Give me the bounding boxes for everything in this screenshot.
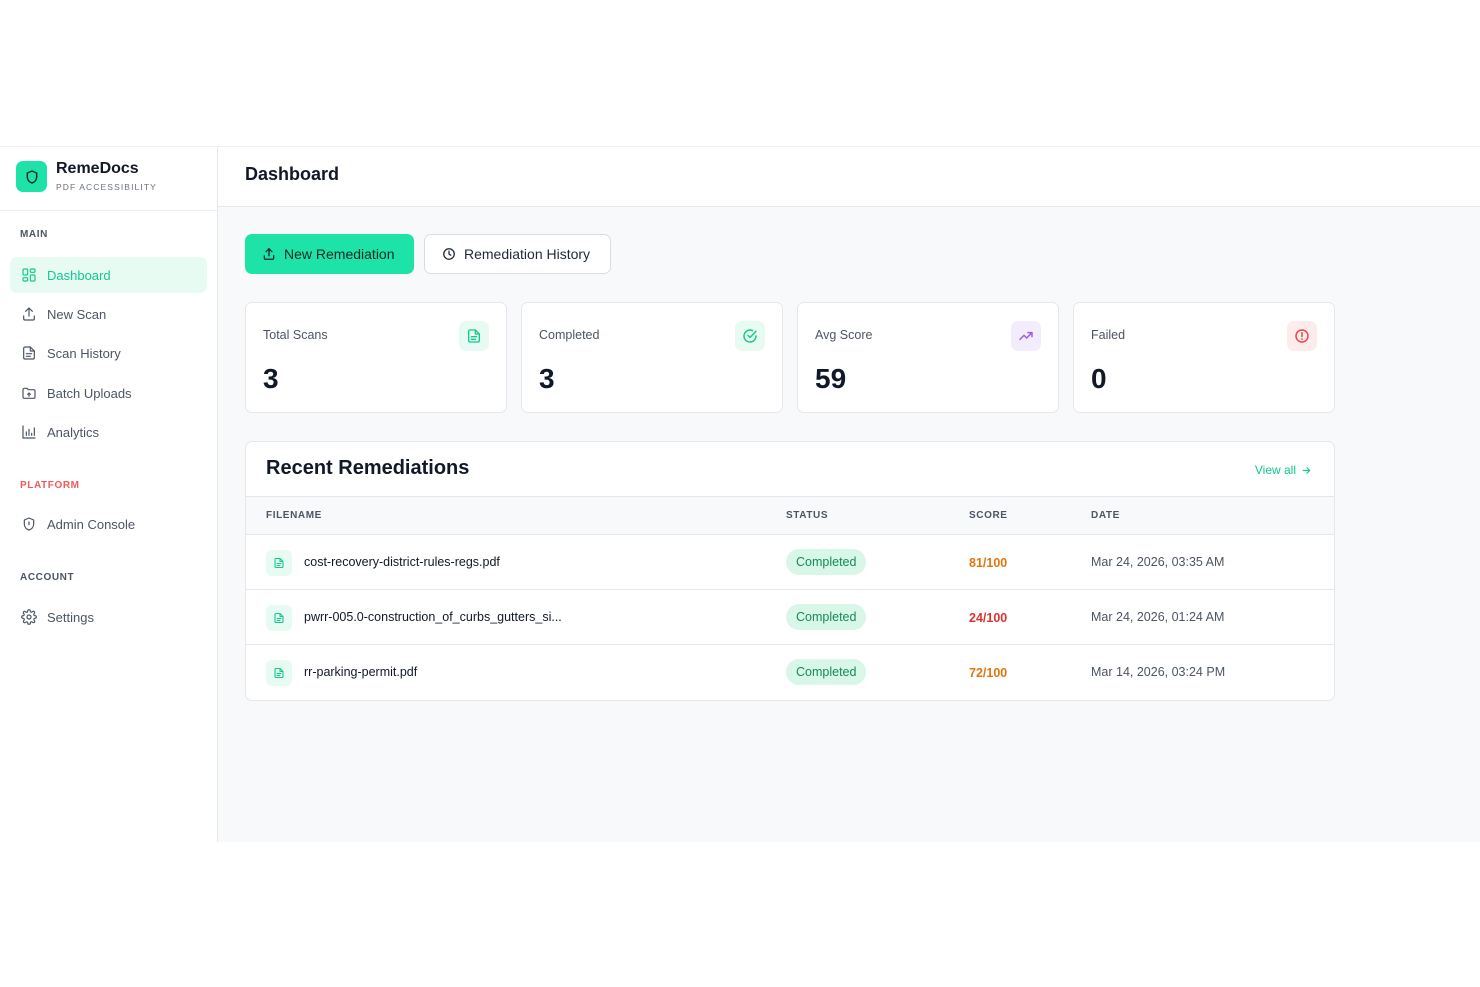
sidebar-item-label: Dashboard	[47, 267, 111, 283]
dashboard-grid-icon	[20, 267, 37, 284]
upload-icon	[20, 306, 37, 323]
score-value: 81/100	[969, 556, 1008, 570]
status-badge: Completed	[786, 604, 867, 630]
shield-logo-icon	[16, 161, 47, 192]
stat-card-avg-score: Avg Score 59	[797, 302, 1059, 413]
table-row[interactable]: cost-recovery-district-rules-regs.pdf Co…	[246, 535, 1334, 590]
alert-circle-icon	[1287, 321, 1317, 351]
sidebar: RemeDocs PDF ACCESSIBILITY MAIN Dashboar…	[0, 147, 218, 842]
trending-up-icon	[1011, 321, 1041, 351]
file-name: pwrr-005.0-construction_of_curbs_gutters…	[304, 610, 562, 624]
page-title: Dashboard	[245, 164, 340, 184]
recent-remediations-title: Recent Remediations	[266, 457, 470, 479]
sidebar-item-settings[interactable]: Settings	[10, 599, 207, 635]
file-name: cost-recovery-district-rules-regs.pdf	[304, 555, 500, 569]
topbar: Dashboard	[218, 147, 1480, 207]
file-icon	[266, 660, 292, 686]
stat-card-failed: Failed 0	[1073, 302, 1335, 413]
column-header-filename: FILENAME	[266, 510, 322, 521]
date-value: Mar 24, 2026, 01:24 AM	[1091, 610, 1225, 624]
stat-value: 3	[539, 363, 555, 394]
remediation-history-label: Remediation History	[464, 246, 591, 262]
remediation-history-button[interactable]: Remediation History	[424, 234, 611, 274]
sidebar-item-dashboard[interactable]: Dashboard	[10, 257, 207, 293]
document-icon	[459, 321, 489, 351]
section-label-platform: PLATFORM	[20, 480, 80, 491]
folder-icon	[20, 385, 37, 402]
stat-label: Failed	[1091, 328, 1126, 342]
sidebar-item-admin-console[interactable]: Admin Console	[10, 506, 207, 542]
stat-value: 3	[263, 363, 279, 394]
stat-card-total-scans: Total Scans 3	[245, 302, 507, 413]
column-header-status: STATUS	[786, 510, 829, 521]
view-all-label: View all	[1254, 463, 1296, 477]
stat-value: 59	[815, 363, 847, 394]
score-value: 72/100	[969, 666, 1008, 680]
file-icon	[266, 550, 292, 576]
main-content: Dashboard New Remediation Remediation Hi…	[218, 147, 1480, 842]
date-value: Mar 14, 2026, 03:24 PM	[1091, 665, 1226, 679]
file-name: rr-parking-permit.pdf	[304, 665, 418, 679]
date-value: Mar 24, 2026, 03:35 AM	[1091, 555, 1225, 569]
upload-icon	[262, 247, 276, 261]
brand-subtitle: PDF ACCESSIBILITY	[56, 182, 157, 192]
table-row[interactable]: rr-parking-permit.pdf Completed 72/100 M…	[246, 645, 1334, 700]
sidebar-item-new-scan[interactable]: New Scan	[10, 296, 207, 332]
document-icon	[20, 345, 37, 362]
sidebar-item-label: New Scan	[47, 306, 107, 322]
arrow-right-icon	[1301, 465, 1312, 476]
app-window: RemeDocs PDF ACCESSIBILITY MAIN Dashboar…	[0, 146, 1480, 842]
table-header: FILENAME STATUS SCORE DATE	[246, 496, 1334, 535]
stat-label: Completed	[539, 328, 600, 342]
brand: RemeDocs PDF ACCESSIBILITY	[0, 147, 217, 211]
new-remediation-label: New Remediation	[284, 246, 395, 262]
sidebar-item-scan-history[interactable]: Scan History	[10, 335, 207, 371]
file-icon	[266, 605, 292, 631]
sidebar-item-label: Admin Console	[47, 516, 136, 532]
status-badge: Completed	[786, 549, 867, 575]
sidebar-item-label: Batch Uploads	[47, 385, 132, 401]
gear-icon	[20, 609, 37, 626]
stat-value: 0	[1091, 363, 1107, 394]
shield-icon	[20, 516, 37, 533]
table-row[interactable]: pwrr-005.0-construction_of_curbs_gutters…	[246, 590, 1334, 645]
brand-name: RemeDocs	[56, 160, 139, 177]
score-value: 24/100	[969, 611, 1008, 625]
status-badge: Completed	[786, 659, 867, 685]
sidebar-item-label: Analytics	[47, 424, 100, 440]
stat-label: Avg Score	[815, 328, 873, 342]
view-all-link[interactable]: View all	[1255, 463, 1312, 477]
stat-card-completed: Completed 3	[521, 302, 783, 413]
column-header-date: DATE	[1091, 510, 1120, 521]
section-label-account: ACCOUNT	[20, 572, 75, 583]
sidebar-item-label: Settings	[47, 609, 94, 625]
sidebar-item-label: Scan History	[47, 345, 121, 361]
column-header-score: SCORE	[969, 510, 1008, 521]
recent-remediations-card: Recent Remediations View all FILENAME ST…	[245, 441, 1335, 701]
section-label-main: MAIN	[20, 229, 48, 240]
check-circle-icon	[735, 321, 765, 351]
sidebar-item-analytics[interactable]: Analytics	[10, 414, 207, 450]
clock-icon	[442, 247, 456, 261]
bar-chart-icon	[20, 424, 37, 441]
new-remediation-button[interactable]: New Remediation	[245, 234, 414, 274]
sidebar-item-batch-uploads[interactable]: Batch Uploads	[10, 375, 207, 411]
stat-label: Total Scans	[263, 328, 328, 342]
